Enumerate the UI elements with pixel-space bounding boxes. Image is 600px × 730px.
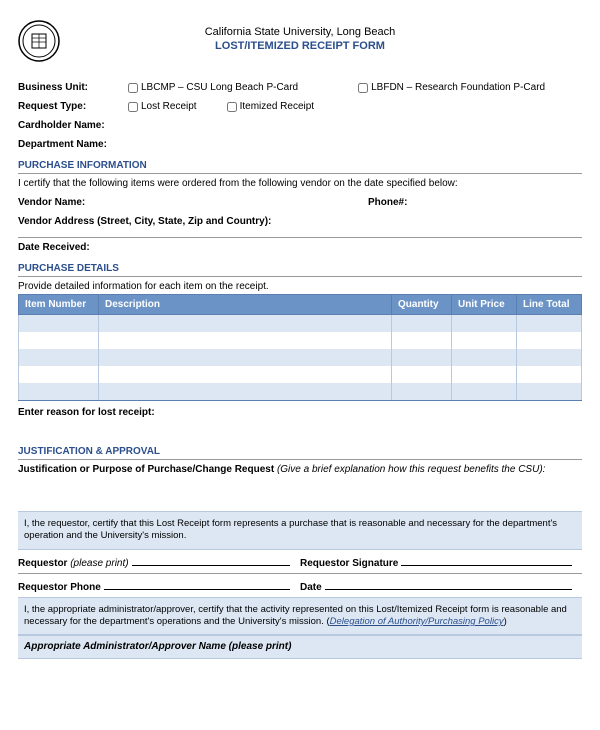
purchase-details-subtitle: Provide detailed information for each it…: [18, 281, 582, 292]
th-quantity: Quantity: [392, 295, 452, 315]
department-label: Department Name:: [18, 139, 128, 150]
cardholder-row: Cardholder Name:: [18, 120, 582, 131]
requestor-phone-label: Requestor Phone: [18, 582, 101, 593]
table-row[interactable]: [19, 349, 582, 366]
cardholder-label: Cardholder Name:: [18, 120, 128, 131]
checkbox-lbfdn[interactable]: [358, 83, 368, 93]
requestor-signature-label: Requestor Signature: [300, 558, 398, 569]
business-unit-label: Business Unit:: [18, 82, 128, 93]
table-row[interactable]: [19, 315, 582, 333]
date-line[interactable]: [325, 578, 572, 590]
business-unit-option-lbfdn[interactable]: LBFDN – Research Foundation P-Card: [358, 82, 545, 93]
checkbox-itemized-receipt[interactable]: [227, 102, 237, 112]
purchase-details-table: Item Number Description Quantity Unit Pr…: [18, 294, 582, 401]
table-row[interactable]: [19, 366, 582, 383]
vendor-address-label: Vendor Address (Street, City, State, Zip…: [18, 216, 582, 227]
business-unit-row: Business Unit: LBCMP – CSU Long Beach P-…: [18, 82, 582, 93]
th-unit-price: Unit Price: [452, 295, 517, 315]
requestor-sig-row-1: Requestor (please print) Requestor Signa…: [18, 550, 582, 573]
purchase-info-title: PURCHASE INFORMATION: [18, 160, 582, 174]
requestor-phone-line[interactable]: [104, 578, 290, 590]
business-unit-option-lbcmp[interactable]: LBCMP – CSU Long Beach P-Card: [128, 82, 298, 93]
request-type-option-lost[interactable]: Lost Receipt: [128, 101, 197, 112]
request-type-option-itemized[interactable]: Itemized Receipt: [227, 101, 314, 112]
checkbox-lbcmp[interactable]: [128, 83, 138, 93]
requestor-certification: I, the requestor, certify that this Lost…: [18, 511, 582, 550]
purchase-details-title: PURCHASE DETAILS: [18, 263, 582, 277]
vendor-name-label: Vendor Name:: [18, 197, 368, 208]
table-body: [19, 315, 582, 401]
divider: [18, 237, 582, 238]
university-name: California State University, Long Beach: [70, 26, 530, 38]
requestor-sig-row-2: Requestor Phone Date: [18, 574, 582, 597]
th-item-number: Item Number: [19, 295, 99, 315]
reason-label: Enter reason for lost receipt:: [18, 407, 582, 418]
vendor-name-row: Vendor Name: Phone#:: [18, 197, 582, 208]
checkbox-lost-receipt[interactable]: [128, 102, 138, 112]
requestor-print-line[interactable]: [132, 554, 290, 566]
date-label: Date: [300, 582, 322, 593]
date-received-label: Date Received:: [18, 242, 582, 253]
th-description: Description: [99, 295, 392, 315]
th-line-total: Line Total: [517, 295, 582, 315]
justification-prompt: Justification or Purpose of Purchase/Cha…: [18, 464, 582, 475]
table-row[interactable]: [19, 332, 582, 349]
department-row: Department Name:: [18, 139, 582, 150]
form-title: LOST/ITEMIZED RECEIPT FORM: [70, 40, 530, 52]
requestor-signature-line[interactable]: [401, 554, 572, 566]
approver-certification: I, the appropriate administrator/approve…: [18, 597, 582, 636]
request-type-label: Request Type:: [18, 101, 128, 112]
policy-link[interactable]: Delegation of Authority/Purchasing Polic…: [330, 616, 504, 627]
university-seal-icon: [18, 20, 60, 62]
purchase-info-cert: I certify that the following items were …: [18, 178, 582, 189]
requestor-print-label: Requestor (please print): [18, 558, 129, 569]
request-type-row: Request Type: Lost Receipt Itemized Rece…: [18, 101, 582, 112]
header: California State University, Long Beach …: [18, 20, 582, 62]
table-row[interactable]: [19, 383, 582, 401]
phone-label: Phone#:: [368, 197, 407, 208]
approver-name-band: Appropriate Administrator/Approver Name …: [18, 635, 582, 658]
justification-title: JUSTIFICATION & APPROVAL: [18, 446, 582, 460]
